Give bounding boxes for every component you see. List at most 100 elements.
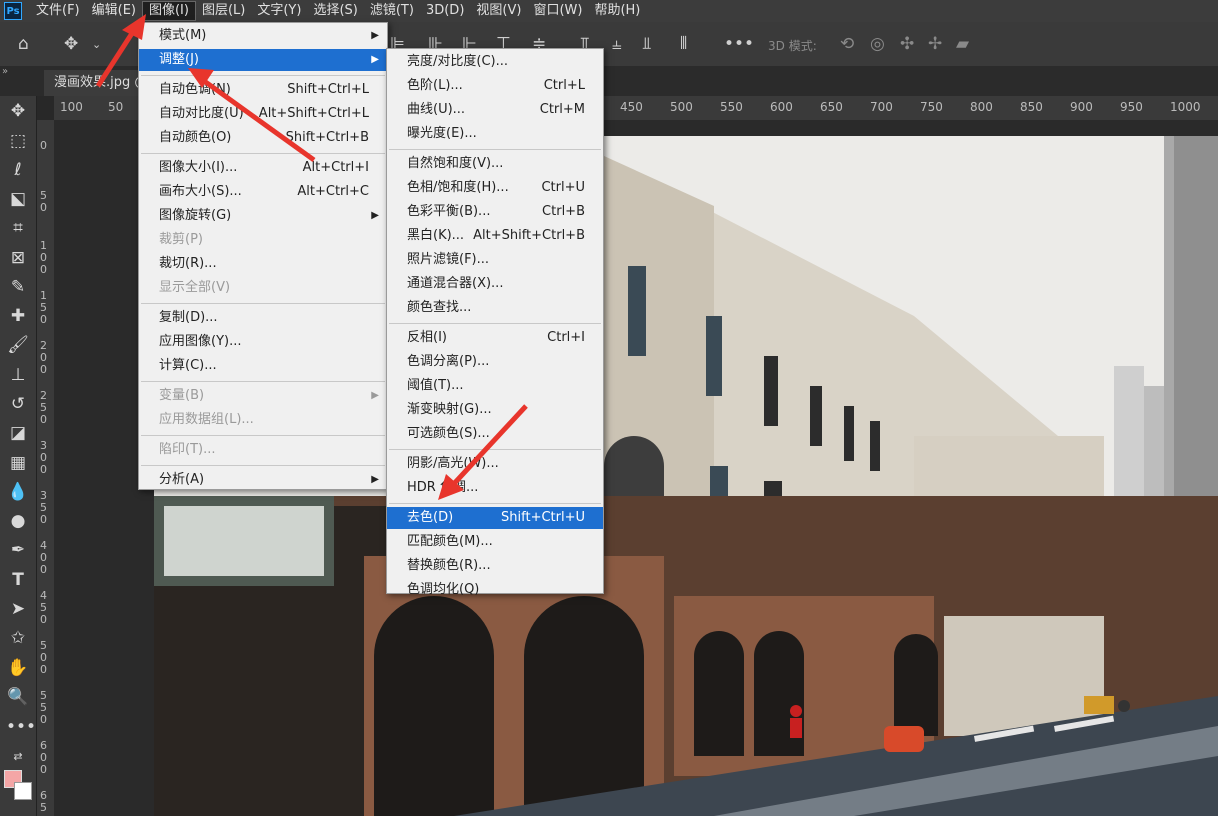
- menu-item[interactable]: 替换颜色(R)...: [387, 555, 603, 577]
- menu-item[interactable]: 图像旋转(G) ▶: [139, 205, 387, 227]
- menu-item[interactable]: 曝光度(E)...: [387, 123, 603, 145]
- ruler-tick: 5 0 0: [40, 639, 47, 676]
- dodge-tool-icon[interactable]: ●: [6, 510, 30, 532]
- menu-item-label: 替换颜色(R)...: [407, 558, 491, 573]
- shape-tool-icon[interactable]: ✩: [6, 627, 30, 649]
- menu-item[interactable]: 图像大小(I)... Alt+Ctrl+I: [139, 157, 387, 179]
- ruler-tick: 600: [770, 100, 793, 114]
- menu-item: 显示全部(V): [139, 277, 387, 299]
- menu-item[interactable]: 色调均化(Q): [387, 579, 603, 601]
- menu-item-label: 通道混合器(X)...: [407, 276, 504, 291]
- more-tools-icon[interactable]: •••: [6, 716, 36, 738]
- blur-tool-icon[interactable]: 💧: [6, 481, 30, 503]
- ruler-tick: 800: [970, 100, 993, 114]
- menu-item[interactable]: 色阶(L)... Ctrl+L: [387, 75, 603, 97]
- history-brush-tool-icon[interactable]: ↺: [6, 393, 30, 415]
- menu-item[interactable]: 可选颜色(S)...: [387, 423, 603, 445]
- hand-tool-icon[interactable]: ✋: [6, 657, 30, 679]
- menu-item-label: 黑白(K)...: [407, 228, 465, 243]
- menu-3[interactable]: 图层(L): [196, 0, 251, 22]
- eyedropper-tool-icon[interactable]: ✎: [6, 276, 30, 298]
- menu-item[interactable]: 应用图像(Y)...: [139, 331, 387, 353]
- menu-1[interactable]: 编辑(E): [86, 0, 142, 22]
- menu-5[interactable]: 选择(S): [307, 0, 363, 22]
- menu-item[interactable]: 亮度/对比度(C)...: [387, 51, 603, 73]
- menu-item[interactable]: 裁切(R)...: [139, 253, 387, 275]
- menu-4[interactable]: 文字(Y): [251, 0, 307, 22]
- eraser-tool-icon[interactable]: ◪: [6, 422, 30, 444]
- menu-item[interactable]: 分析(A) ▶: [139, 469, 387, 491]
- distribute-bottom-icon[interactable]: ⫫: [642, 34, 652, 54]
- menu-bar: Ps 文件(F) 编辑(E) 图像(I) 图层(L) 文字(Y) 选择(S) 滤镜(T) 3D…: [0, 0, 1218, 22]
- ruler-tick: 100: [60, 100, 83, 114]
- 3d-orbit-icon: ⟲: [840, 34, 855, 54]
- menu-item[interactable]: 色彩平衡(B)... Ctrl+B: [387, 201, 603, 223]
- menu-item[interactable]: 黑白(K)... Alt+Shift+Ctrl+B: [387, 225, 603, 247]
- menu-item-label: 模式(M): [159, 28, 207, 43]
- menu-item[interactable]: 去色(D) Shift+Ctrl+U: [387, 507, 603, 529]
- menu-6[interactable]: 滤镜(T): [364, 0, 420, 22]
- menu-item[interactable]: 色相/饱和度(H)... Ctrl+U: [387, 177, 603, 199]
- menu-item[interactable]: 颜色查找...: [387, 297, 603, 319]
- menu-2[interactable]: 图像(I): [141, 1, 196, 21]
- menu-item[interactable]: 自动色调(N) Shift+Ctrl+L: [139, 79, 387, 101]
- home-icon[interactable]: ⌂: [18, 34, 29, 54]
- ruler-tick: 650: [820, 100, 843, 114]
- distribute-middle-icon[interactable]: ⫨: [612, 34, 622, 54]
- menu-item-label: 复制(D)...: [159, 310, 218, 325]
- menu-item-label: 自动对比度(U): [159, 106, 244, 121]
- swap-colors-icon[interactable]: ⇄: [6, 746, 30, 768]
- menu-item[interactable]: 复制(D)...: [139, 307, 387, 329]
- more-options-icon[interactable]: •••: [724, 34, 754, 54]
- marquee-tool-icon[interactable]: ⬚: [6, 130, 30, 152]
- menu-item[interactable]: 曲线(U)... Ctrl+M: [387, 99, 603, 121]
- menu-10[interactable]: 帮助(H): [588, 0, 646, 22]
- menu-8[interactable]: 视图(V): [470, 0, 527, 22]
- menu-item[interactable]: 反相(I) Ctrl+I: [387, 327, 603, 349]
- pen-tool-icon[interactable]: ✒: [6, 539, 30, 561]
- menu-item[interactable]: 调整(J) ▶: [139, 49, 387, 71]
- menu-separator: [389, 149, 601, 150]
- lasso-tool-icon[interactable]: ℓ: [6, 159, 30, 181]
- menu-item[interactable]: 照片滤镜(F)...: [387, 249, 603, 271]
- brush-tool-icon[interactable]: 🖌: [6, 334, 30, 356]
- menu-item-label: 分析(A): [159, 472, 205, 487]
- menu-item[interactable]: 色调分离(P)...: [387, 351, 603, 373]
- chevron-down-icon[interactable]: ⌄: [92, 38, 101, 51]
- healing-brush-tool-icon[interactable]: ✚: [6, 305, 30, 327]
- menu-item-label: 曝光度(E)...: [407, 126, 477, 141]
- menu-item[interactable]: 自动颜色(O) Shift+Ctrl+B: [139, 127, 387, 149]
- menu-item-label: 应用数据组(L)...: [159, 412, 254, 427]
- menu-item[interactable]: 渐变映射(G)...: [387, 399, 603, 421]
- crop-tool-icon[interactable]: ⌗: [6, 217, 30, 239]
- menu-7[interactable]: 3D(D): [420, 0, 470, 22]
- ruler-tick: 6 0 0: [40, 739, 47, 776]
- move-tool-icon[interactable]: ✥: [6, 100, 30, 122]
- path-select-tool-icon[interactable]: ➤: [6, 598, 30, 620]
- menu-item[interactable]: 阴影/高光(W)...: [387, 453, 603, 475]
- menu-item[interactable]: 匹配颜色(M)...: [387, 531, 603, 553]
- distribute-horizontal-icon[interactable]: ⫴: [680, 34, 687, 54]
- menu-item[interactable]: 计算(C)...: [139, 355, 387, 377]
- type-tool-icon[interactable]: T: [6, 569, 30, 591]
- move-tool-icon[interactable]: ✥: [64, 34, 78, 54]
- menu-item[interactable]: 自动对比度(U) Alt+Shift+Ctrl+L: [139, 103, 387, 125]
- stamp-tool-icon[interactable]: ⊥: [6, 364, 30, 386]
- menu-item[interactable]: 自然饱和度(V)...: [387, 153, 603, 175]
- frame-tool-icon[interactable]: ⊠: [6, 247, 30, 269]
- menu-item[interactable]: 通道混合器(X)...: [387, 273, 603, 295]
- menu-item-label: 阈值(T)...: [407, 378, 464, 393]
- menu-9[interactable]: 窗口(W): [527, 0, 588, 22]
- menu-item[interactable]: HDR 色调...: [387, 477, 603, 499]
- quick-select-tool-icon[interactable]: ⬕: [6, 188, 30, 210]
- gradient-tool-icon[interactable]: ▦: [6, 452, 30, 474]
- menu-item[interactable]: 画布大小(S)... Alt+Ctrl+C: [139, 181, 387, 203]
- background-color-swatch[interactable]: [14, 782, 32, 800]
- menu-0[interactable]: 文件(F): [30, 0, 86, 22]
- menu-item-label: 色调分离(P)...: [407, 354, 490, 369]
- menu-item[interactable]: 阈值(T)...: [387, 375, 603, 397]
- ruler-tick: 900: [1070, 100, 1093, 114]
- expand-panel-icon[interactable]: »: [2, 66, 8, 77]
- zoom-tool-icon[interactable]: 🔍: [6, 686, 30, 708]
- menu-item[interactable]: 模式(M) ▶: [139, 25, 387, 47]
